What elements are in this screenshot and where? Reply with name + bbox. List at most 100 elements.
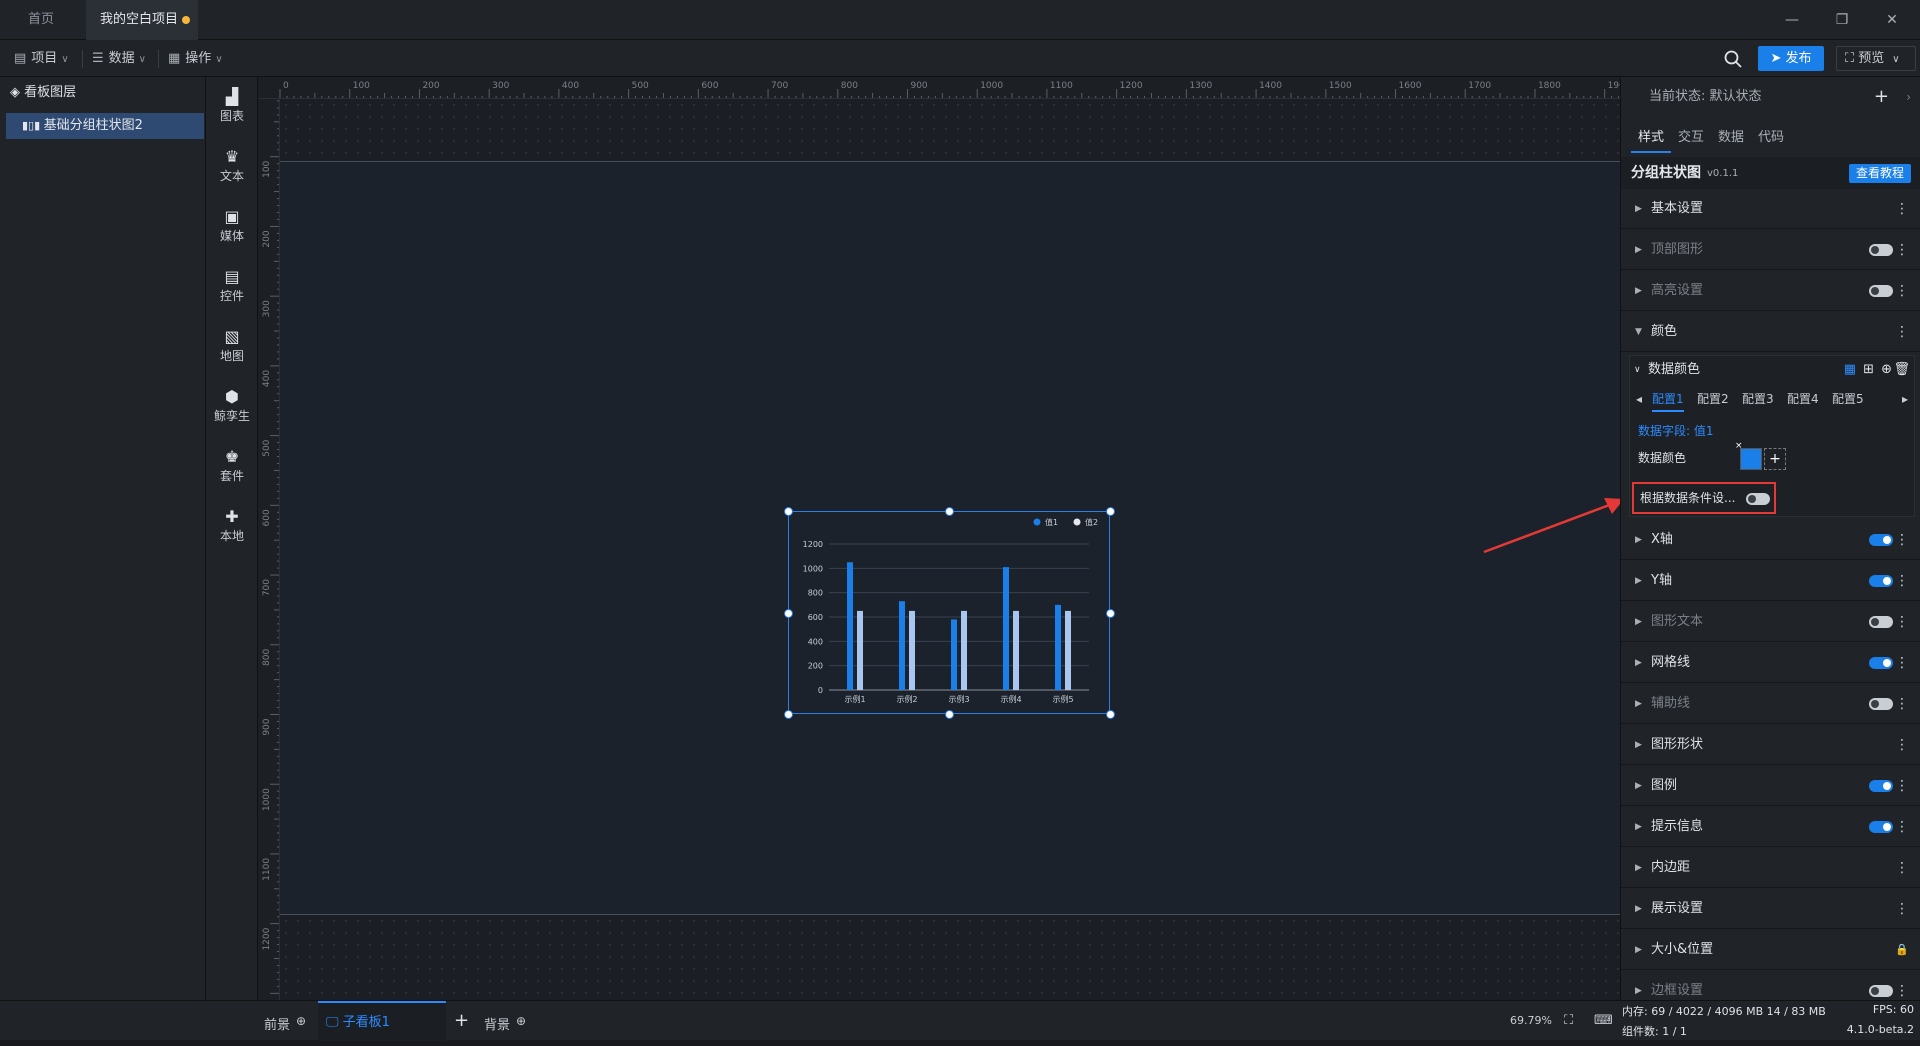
section-sections_bottom-1[interactable]: ▶ Y轴 ⋮ [1621, 561, 1920, 601]
add-board-icon[interactable]: + [454, 1001, 469, 1041]
section-toggle[interactable] [1869, 780, 1893, 792]
section-toggle[interactable] [1869, 698, 1893, 710]
color-swatch[interactable]: × [1735, 441, 1762, 470]
more-icon[interactable]: ⋮ [1895, 189, 1909, 229]
section-toggle[interactable] [1869, 244, 1893, 256]
section-sections_bottom-2[interactable]: ▶ 图形文本 ⋮ [1621, 602, 1920, 642]
section-sections_bottom-7[interactable]: ▶ 提示信息 ⋮ [1621, 807, 1920, 847]
config-tab-1[interactable]: 配置2 [1697, 386, 1729, 412]
component-2[interactable]: ▣ 媒体 [206, 203, 258, 253]
section-sections_bottom-8[interactable]: ▶ 内边距 ⋮ [1621, 848, 1920, 888]
section-toggle[interactable] [1869, 985, 1893, 997]
keyboard-icon[interactable]: ⌨ [1594, 1001, 1613, 1041]
section-sections_bottom-10[interactable]: ▶ 大小&位置 🔒 [1621, 930, 1920, 970]
component-7[interactable]: ✚ 本地 [206, 503, 258, 553]
component-1[interactable]: ♛ 文本 [206, 143, 258, 193]
resize-handle[interactable] [784, 507, 793, 516]
section-toggle[interactable] [1869, 285, 1893, 297]
resize-handle[interactable] [784, 710, 793, 719]
tab-0[interactable]: 样式 [1631, 123, 1671, 153]
resize-handle[interactable] [945, 507, 954, 516]
resize-handle[interactable] [1106, 710, 1115, 719]
section-sections_bottom-0[interactable]: ▶ X轴 ⋮ [1621, 520, 1920, 560]
more-icon[interactable]: ⋮ [1895, 889, 1909, 929]
project-menu[interactable]: ▤ 项目 ∨ [14, 40, 69, 77]
config-next-icon[interactable]: ▸ [1902, 386, 1908, 412]
tutorial-button[interactable]: 查看教程 [1849, 164, 1911, 183]
more-icon[interactable]: ⋮ [1895, 602, 1909, 642]
state-value[interactable]: 默认状态 [1710, 89, 1762, 104]
search-icon[interactable] [1722, 48, 1744, 70]
resize-handle[interactable] [1106, 608, 1115, 618]
background-tab[interactable]: 背景 ⊕ [484, 1001, 526, 1041]
operate-menu[interactable]: ▦ 操作 ∨ [168, 40, 223, 77]
fit-screen-icon[interactable]: ⛶ [1564, 1001, 1573, 1041]
section-sections_bottom-5[interactable]: ▶ 图形形状 ⋮ [1621, 725, 1920, 765]
resize-handle[interactable] [784, 608, 793, 618]
tab-1[interactable]: 交互 [1671, 123, 1711, 153]
section-toggle[interactable] [1869, 821, 1893, 833]
layer-item[interactable]: ▮▯▮ 基础分组柱状图2 [6, 113, 204, 139]
restore-icon[interactable]: ❐ [1832, 10, 1852, 30]
add-circle-icon[interactable]: ⊕ [296, 1014, 306, 1028]
trash-icon[interactable]: 🗑 [1893, 356, 1910, 384]
data-menu[interactable]: ☰ 数据 ∨ [92, 40, 146, 77]
minimize-icon[interactable]: — [1782, 10, 1802, 30]
section-sections_top-1[interactable]: ▶ 顶部图形 ⋮ [1621, 230, 1920, 270]
zoom-level[interactable]: 69.79% [1510, 1001, 1552, 1041]
resize-handle[interactable] [945, 710, 954, 719]
config-tab-3[interactable]: 配置4 [1787, 386, 1819, 412]
config-prev-icon[interactable]: ◂ [1636, 386, 1642, 412]
config-tab-2[interactable]: 配置3 [1742, 386, 1774, 412]
preview-button[interactable]: ⛶ 预览 ∨ [1836, 46, 1916, 71]
section-toggle[interactable] [1869, 657, 1893, 669]
config-tab-4[interactable]: 配置5 [1832, 386, 1864, 412]
add-state-icon[interactable]: + [1874, 77, 1889, 117]
lock-icon[interactable]: 🔒 [1895, 930, 1909, 970]
layout-icon[interactable]: ⊞ [1863, 356, 1874, 384]
close-icon[interactable]: ✕ [1882, 10, 1902, 30]
config-tab-0[interactable]: 配置1 [1652, 386, 1684, 412]
section-toggle[interactable] [1869, 616, 1893, 628]
more-icon[interactable]: ⋮ [1895, 848, 1909, 888]
remove-icon[interactable]: × [1735, 441, 1743, 451]
tab-home[interactable]: 首页 [14, 0, 74, 40]
more-icon[interactable]: ⋮ [1895, 971, 1909, 1000]
section-sections_bottom-4[interactable]: ▶ 辅助线 ⋮ [1621, 684, 1920, 724]
resize-handle[interactable] [1106, 507, 1115, 516]
condition-toggle[interactable] [1746, 493, 1770, 505]
canvas[interactable]: 0 200 400 600 800 1000 1200 示例1 示例2 示例3 示例4 示例5 值1 值2 [280, 99, 1620, 1001]
section-toggle[interactable] [1869, 534, 1893, 546]
section-sections_bottom-3[interactable]: ▶ 网格线 ⋮ [1621, 643, 1920, 683]
table-icon[interactable]: ▦ [1844, 356, 1856, 384]
tab-project[interactable]: 我的空白项目 [86, 0, 198, 40]
publish-button[interactable]: ➤ 发布 [1758, 46, 1824, 71]
add-circle-icon[interactable]: ⊕ [1881, 356, 1892, 384]
more-icon[interactable]: ⋮ [1895, 807, 1909, 847]
component-0[interactable]: ▟ 图表 [206, 83, 258, 133]
chevron-right-icon[interactable]: › [1906, 77, 1911, 117]
board-area[interactable]: 0 200 400 600 800 1000 1200 示例1 示例2 示例3 示例4 示例5 值1 值2 [280, 161, 1620, 915]
more-icon[interactable]: ⋮ [1895, 561, 1909, 601]
tab-2[interactable]: 数据 [1711, 123, 1751, 153]
selected-chart[interactable]: 0 200 400 600 800 1000 1200 示例1 示例2 示例3 示例4 示例5 值1 值2 [784, 507, 1115, 719]
more-icon[interactable]: ⋮ [1895, 643, 1909, 683]
component-4[interactable]: ▧ 地图 [206, 323, 258, 373]
section-sections_bottom-11[interactable]: ▶ 边框设置 ⋮ [1621, 971, 1920, 1000]
section-sections_bottom-6[interactable]: ▶ 图例 ⋮ [1621, 766, 1920, 806]
component-6[interactable]: ♚ 套件 [206, 443, 258, 493]
add-circle-icon[interactable]: ⊕ [516, 1014, 526, 1028]
subboard-tab[interactable]: 🖵 子看板1 [318, 1001, 446, 1041]
more-icon[interactable]: ⋮ [1895, 725, 1909, 765]
more-icon[interactable]: ⋮ [1895, 520, 1909, 560]
section-sections_top-0[interactable]: ▶ 基本设置 ⋮ [1621, 189, 1920, 229]
add-color-button[interactable]: + [1764, 448, 1786, 470]
section-sections_bottom-9[interactable]: ▶ 展示设置 ⋮ [1621, 889, 1920, 929]
more-icon[interactable]: ⋮ [1895, 271, 1909, 311]
component-3[interactable]: ▤ 控件 [206, 263, 258, 313]
data-color-header[interactable]: ∨ 数据颜色 ▦ ⊞ ⊕ 🗑 [1630, 356, 1914, 384]
component-5[interactable]: ⬢ 鲸孪生 [206, 383, 258, 433]
foreground-tab[interactable]: 前景 ⊕ [264, 1001, 306, 1041]
more-icon[interactable]: ⋮ [1895, 684, 1909, 724]
tab-3[interactable]: 代码 [1751, 123, 1791, 153]
